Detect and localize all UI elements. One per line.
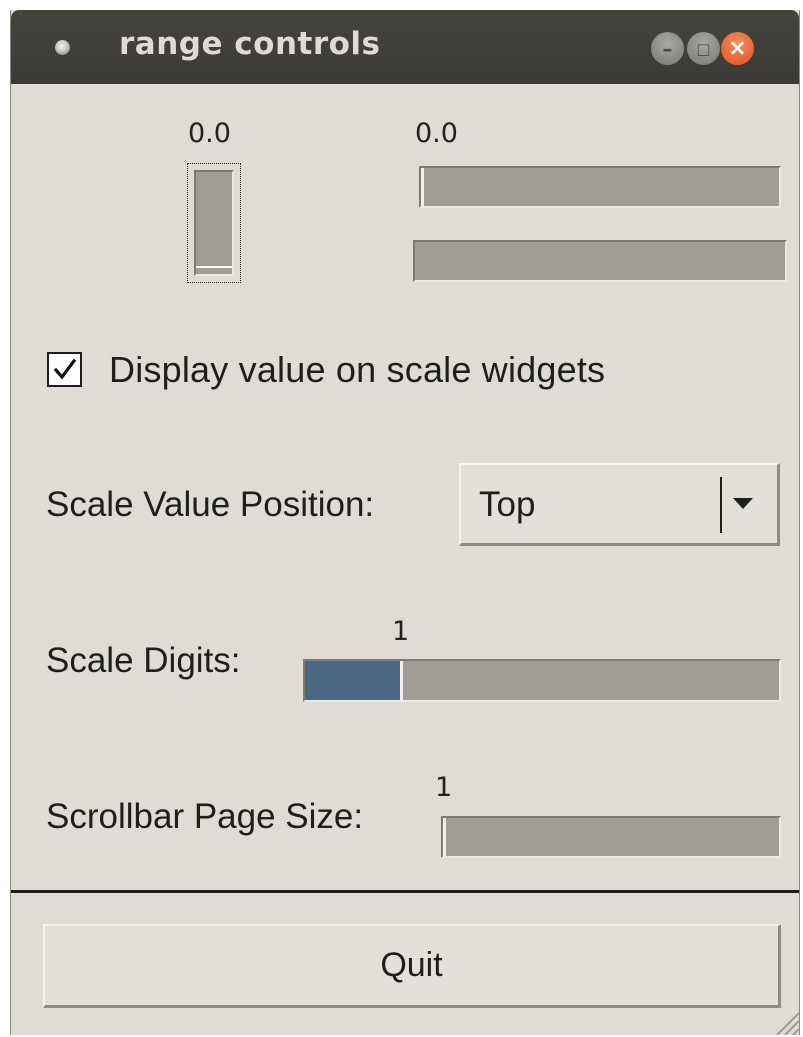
scale-value-position-select[interactable]: Top xyxy=(459,463,780,546)
app-window: range controls – □ × 0.0 0.0 Display val… xyxy=(10,10,800,1035)
title-bar[interactable]: range controls – □ × xyxy=(11,10,799,84)
vertical-scale-slider[interactable] xyxy=(196,266,232,274)
minimize-icon: – xyxy=(662,36,673,61)
close-button[interactable]: × xyxy=(721,32,754,65)
scale-value-position-label: Scale Value Position: xyxy=(46,485,375,524)
scale-digits-value: 1 xyxy=(392,616,410,647)
scrollbar-page-size-slider[interactable] xyxy=(443,818,446,856)
scrollbar-page-size-scale[interactable] xyxy=(441,816,781,858)
scrollbar-page-size-value: 1 xyxy=(435,772,453,803)
scale-digits-slider[interactable] xyxy=(400,661,403,700)
horizontal-scrollbar[interactable] xyxy=(413,240,787,282)
combo-separator xyxy=(720,477,722,533)
display-value-label[interactable]: Display value on scale widgets xyxy=(109,349,605,391)
scale-value-position-selected: Top xyxy=(479,485,536,524)
checkmark-icon xyxy=(53,358,76,380)
vertical-scale-value: 0.0 xyxy=(188,118,231,149)
horizontal-scale-slider[interactable] xyxy=(421,168,424,206)
app-dot-icon xyxy=(55,40,70,55)
dropdown-arrow-icon[interactable] xyxy=(733,498,753,509)
separator xyxy=(11,890,799,893)
horizontal-scale-value: 0.0 xyxy=(415,118,458,149)
close-icon: × xyxy=(728,36,747,61)
window-title: range controls xyxy=(119,26,381,62)
scrollbar-page-size-label: Scrollbar Page Size: xyxy=(46,797,364,836)
scale-digits-label: Scale Digits: xyxy=(46,641,241,680)
resize-grip-icon[interactable] xyxy=(773,1009,799,1035)
minimize-button[interactable]: – xyxy=(651,32,684,65)
quit-button[interactable]: Quit xyxy=(43,924,781,1008)
vertical-scale-trough[interactable] xyxy=(194,170,234,276)
horizontal-scale[interactable] xyxy=(419,166,781,208)
vertical-scale[interactable] xyxy=(187,163,241,283)
scale-digits-fill xyxy=(305,661,400,700)
maximize-icon: □ xyxy=(696,39,711,58)
maximize-button[interactable]: □ xyxy=(687,32,720,65)
display-value-checkbox[interactable] xyxy=(47,352,82,387)
scale-digits-scale[interactable] xyxy=(303,659,781,702)
